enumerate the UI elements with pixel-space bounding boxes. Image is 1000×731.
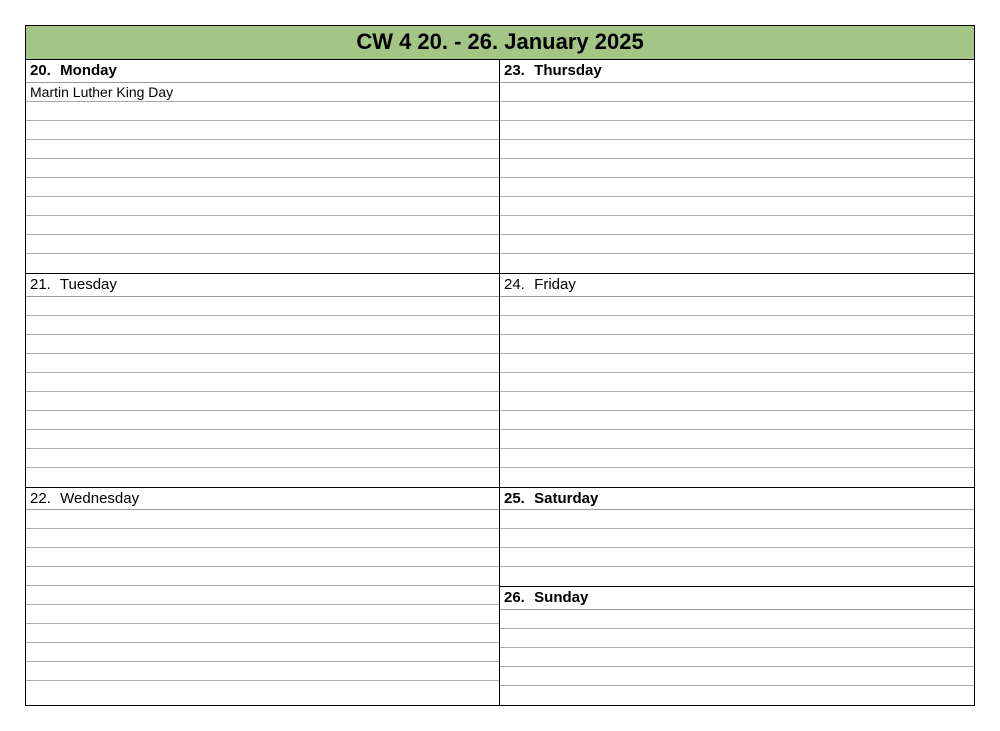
entry-line[interactable] xyxy=(500,529,974,548)
entry-line[interactable] xyxy=(500,373,974,392)
entry-line[interactable] xyxy=(500,610,974,629)
entry-line[interactable] xyxy=(500,197,974,216)
entry-line[interactable] xyxy=(26,121,499,140)
entry-line[interactable] xyxy=(500,121,974,140)
entry-line[interactable] xyxy=(500,510,974,529)
day-block-monday: 20. MondayMartin Luther King Day xyxy=(26,60,499,273)
day-header: 22. Wednesday xyxy=(26,487,499,511)
entry-line[interactable] xyxy=(500,629,974,648)
entry-line[interactable] xyxy=(500,335,974,354)
entry-line[interactable] xyxy=(500,254,974,273)
entry-line[interactable] xyxy=(26,354,499,373)
entry-line[interactable] xyxy=(26,373,499,392)
day-block-thursday: 23. Thursday xyxy=(500,60,974,273)
entry-line[interactable] xyxy=(500,648,974,667)
entry-line[interactable] xyxy=(26,643,499,662)
entry-line[interactable] xyxy=(500,468,974,487)
entry-line[interactable] xyxy=(500,102,974,121)
day-number: 26. xyxy=(504,589,530,608)
day-block-friday: 24. Friday xyxy=(500,273,974,487)
entry-line[interactable] xyxy=(26,624,499,643)
entry-line[interactable] xyxy=(26,567,499,586)
entry-line[interactable] xyxy=(500,354,974,373)
left-column: 20. MondayMartin Luther King Day21. Tues… xyxy=(26,60,500,705)
entry-line[interactable] xyxy=(26,297,499,316)
entry-line[interactable] xyxy=(500,159,974,178)
entry-line[interactable] xyxy=(500,83,974,102)
day-block-sunday: 26. Sunday xyxy=(500,586,974,705)
day-name: Sunday xyxy=(534,589,588,606)
entry-line[interactable] xyxy=(26,449,499,468)
day-header: 26. Sunday xyxy=(500,586,974,610)
right-column: 23. Thursday 24. Friday 25. Saturday 26. Su… xyxy=(500,60,974,705)
entry-line[interactable] xyxy=(500,567,974,586)
entry-line[interactable] xyxy=(26,529,499,548)
entry-line[interactable] xyxy=(500,686,974,705)
entry-line[interactable] xyxy=(26,102,499,121)
entry-line[interactable] xyxy=(26,586,499,605)
day-name: Tuesday xyxy=(60,276,117,293)
entry-line[interactable] xyxy=(26,548,499,567)
entry-line[interactable] xyxy=(500,297,974,316)
day-block-wednesday: 22. Wednesday xyxy=(26,487,499,701)
entry-line[interactable] xyxy=(26,216,499,235)
entry-line[interactable] xyxy=(500,449,974,468)
day-header: 20. Monday xyxy=(26,60,499,83)
entry-line[interactable] xyxy=(26,159,499,178)
entry-line[interactable] xyxy=(26,235,499,254)
day-header: 25. Saturday xyxy=(500,487,974,511)
entry-line[interactable] xyxy=(26,392,499,411)
entry-line[interactable] xyxy=(26,335,499,354)
entry-line[interactable] xyxy=(500,216,974,235)
weekly-planner: CW 4 20. - 26. January 2025 20. MondayMa… xyxy=(25,25,975,706)
day-number: 24. xyxy=(504,276,530,295)
day-name: Thursday xyxy=(534,62,602,79)
entry-line[interactable] xyxy=(500,178,974,197)
day-number: 23. xyxy=(504,62,530,81)
entry-line[interactable] xyxy=(500,430,974,449)
entry-line[interactable] xyxy=(26,140,499,159)
entry-line[interactable] xyxy=(26,316,499,335)
day-block-saturday: 25. Saturday xyxy=(500,487,974,587)
day-number: 20. xyxy=(30,62,56,81)
entry-line[interactable] xyxy=(26,662,499,681)
day-header: 23. Thursday xyxy=(500,60,974,83)
day-name: Wednesday xyxy=(60,490,139,507)
day-name: Friday xyxy=(534,276,576,293)
week-grid: 20. MondayMartin Luther King Day21. Tues… xyxy=(26,60,974,705)
entry-line[interactable] xyxy=(500,392,974,411)
entry-line[interactable] xyxy=(500,548,974,567)
entry-line[interactable] xyxy=(26,510,499,529)
day-number: 21. xyxy=(30,276,56,295)
entry-line[interactable] xyxy=(500,411,974,430)
entry-line[interactable] xyxy=(26,430,499,449)
entry-line[interactable] xyxy=(26,681,499,700)
entry-line[interactable] xyxy=(26,605,499,624)
entry-line[interactable] xyxy=(26,254,499,273)
entry-line[interactable] xyxy=(500,140,974,159)
entry-line[interactable] xyxy=(500,667,974,686)
day-number: 25. xyxy=(504,490,530,509)
entry-line[interactable] xyxy=(26,411,499,430)
day-name: Monday xyxy=(60,62,117,79)
day-number: 22. xyxy=(30,490,56,509)
week-title: CW 4 20. - 26. January 2025 xyxy=(26,26,974,60)
entry-line[interactable] xyxy=(500,316,974,335)
day-block-tuesday: 21. Tuesday xyxy=(26,273,499,487)
entry-line[interactable] xyxy=(26,468,499,487)
day-name: Saturday xyxy=(534,490,598,507)
day-header: 24. Friday xyxy=(500,273,974,297)
day-header: 21. Tuesday xyxy=(26,273,499,297)
entry-line[interactable] xyxy=(500,235,974,254)
entry-line[interactable] xyxy=(26,178,499,197)
entry-line[interactable] xyxy=(26,197,499,216)
entry: Martin Luther King Day xyxy=(26,83,499,102)
